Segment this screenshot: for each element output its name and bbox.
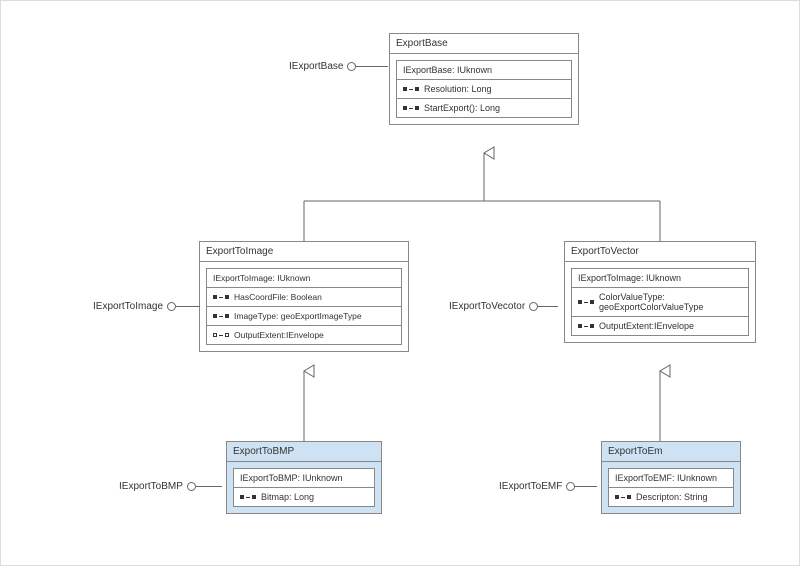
- class-exporttobmp[interactable]: ExportToBMP IExportToBMP: IUnknown Bitma…: [226, 441, 382, 514]
- class-header: IExportToBMP: IUnknown: [234, 469, 374, 488]
- property-icon: [403, 106, 419, 110]
- class-body: IExportToImage: IUknown HasCoordFile: Bo…: [206, 268, 402, 345]
- member-text: HasCoordFile: Boolean: [234, 292, 322, 302]
- property-icon: [213, 295, 229, 299]
- property-icon: [578, 300, 594, 304]
- interface-label: IExportBase: [289, 61, 343, 72]
- class-member: StartExport(): Long: [397, 99, 571, 117]
- member-text: Bitmap: Long: [261, 492, 314, 502]
- lollipop-icon: [167, 302, 176, 311]
- class-header: IExportToEMF: IUnknown: [609, 469, 733, 488]
- class-title: ExportToEm: [602, 442, 740, 462]
- member-text: Descripton: String: [636, 492, 708, 502]
- diagram-canvas: ExportBase IExportBase: IUknown Resoluti…: [0, 0, 800, 566]
- class-member: Descripton: String: [609, 488, 733, 506]
- property-icon: [615, 495, 631, 499]
- property-icon: [403, 87, 419, 91]
- lollipop-stem: [176, 306, 200, 307]
- property-icon: [240, 495, 256, 499]
- class-header: IExportBase: IUknown: [397, 61, 571, 80]
- lollipop-icon: [347, 62, 356, 71]
- property-open-icon: [213, 333, 229, 337]
- class-member: Resolution: Long: [397, 80, 571, 99]
- class-member: Bitmap: Long: [234, 488, 374, 506]
- class-title: ExportBase: [390, 34, 578, 54]
- interface-label: IExportToImage: [93, 301, 163, 312]
- class-exportbase[interactable]: ExportBase IExportBase: IUknown Resoluti…: [389, 33, 579, 125]
- interface-lollipop-exporttoimage: IExportToImage: [93, 301, 200, 312]
- lollipop-stem: [356, 66, 388, 67]
- lollipop-icon: [187, 482, 196, 491]
- class-exporttovector[interactable]: ExportToVector IExportToImage: IUknown C…: [564, 241, 756, 343]
- interface-lollipop-exportbase: IExportBase: [289, 61, 388, 72]
- class-member: ImageType: geoExportImageType: [207, 307, 401, 326]
- lollipop-stem: [538, 306, 558, 307]
- lollipop-stem: [575, 486, 597, 487]
- interface-label: IExportToEMF: [499, 481, 562, 492]
- class-member: OutputExtent:IEnvelope: [572, 317, 748, 335]
- class-body: IExportToImage: IUknown ColorValueType: …: [571, 268, 749, 336]
- property-icon: [578, 324, 594, 328]
- class-title: ExportToVector: [565, 242, 755, 262]
- member-text: Resolution: Long: [424, 84, 492, 94]
- member-text: OutputExtent:IEnvelope: [234, 330, 324, 340]
- class-header: IExportToImage: IUknown: [207, 269, 401, 288]
- class-body: IExportBase: IUknown Resolution: Long St…: [396, 60, 572, 118]
- lollipop-icon: [529, 302, 538, 311]
- interface-label: IExportToBMP: [119, 481, 183, 492]
- lollipop-stem: [196, 486, 222, 487]
- class-body: IExportToEMF: IUnknown Descripton: Strin…: [608, 468, 734, 507]
- class-member: HasCoordFile: Boolean: [207, 288, 401, 307]
- class-exporttoimage[interactable]: ExportToImage IExportToImage: IUknown Ha…: [199, 241, 409, 352]
- class-member: ColorValueType: geoExportColorValueType: [572, 288, 748, 317]
- member-text: ImageType: geoExportImageType: [234, 311, 362, 321]
- interface-lollipop-exporttobmp: IExportToBMP: [119, 481, 222, 492]
- lollipop-icon: [566, 482, 575, 491]
- interface-lollipop-exporttoemf: IExportToEMF: [499, 481, 597, 492]
- interface-lollipop-exporttovector: IExportToVecotor: [449, 301, 558, 312]
- class-title: ExportToBMP: [227, 442, 381, 462]
- property-icon: [213, 314, 229, 318]
- class-title: ExportToImage: [200, 242, 408, 262]
- class-exporttoem[interactable]: ExportToEm IExportToEMF: IUnknown Descri…: [601, 441, 741, 514]
- class-member: OutputExtent:IEnvelope: [207, 326, 401, 344]
- class-header: IExportToImage: IUknown: [572, 269, 748, 288]
- interface-label: IExportToVecotor: [449, 301, 525, 312]
- class-body: IExportToBMP: IUnknown Bitmap: Long: [233, 468, 375, 507]
- member-text: StartExport(): Long: [424, 103, 500, 113]
- member-text: OutputExtent:IEnvelope: [599, 321, 694, 331]
- member-text: ColorValueType: geoExportColorValueType: [599, 292, 742, 312]
